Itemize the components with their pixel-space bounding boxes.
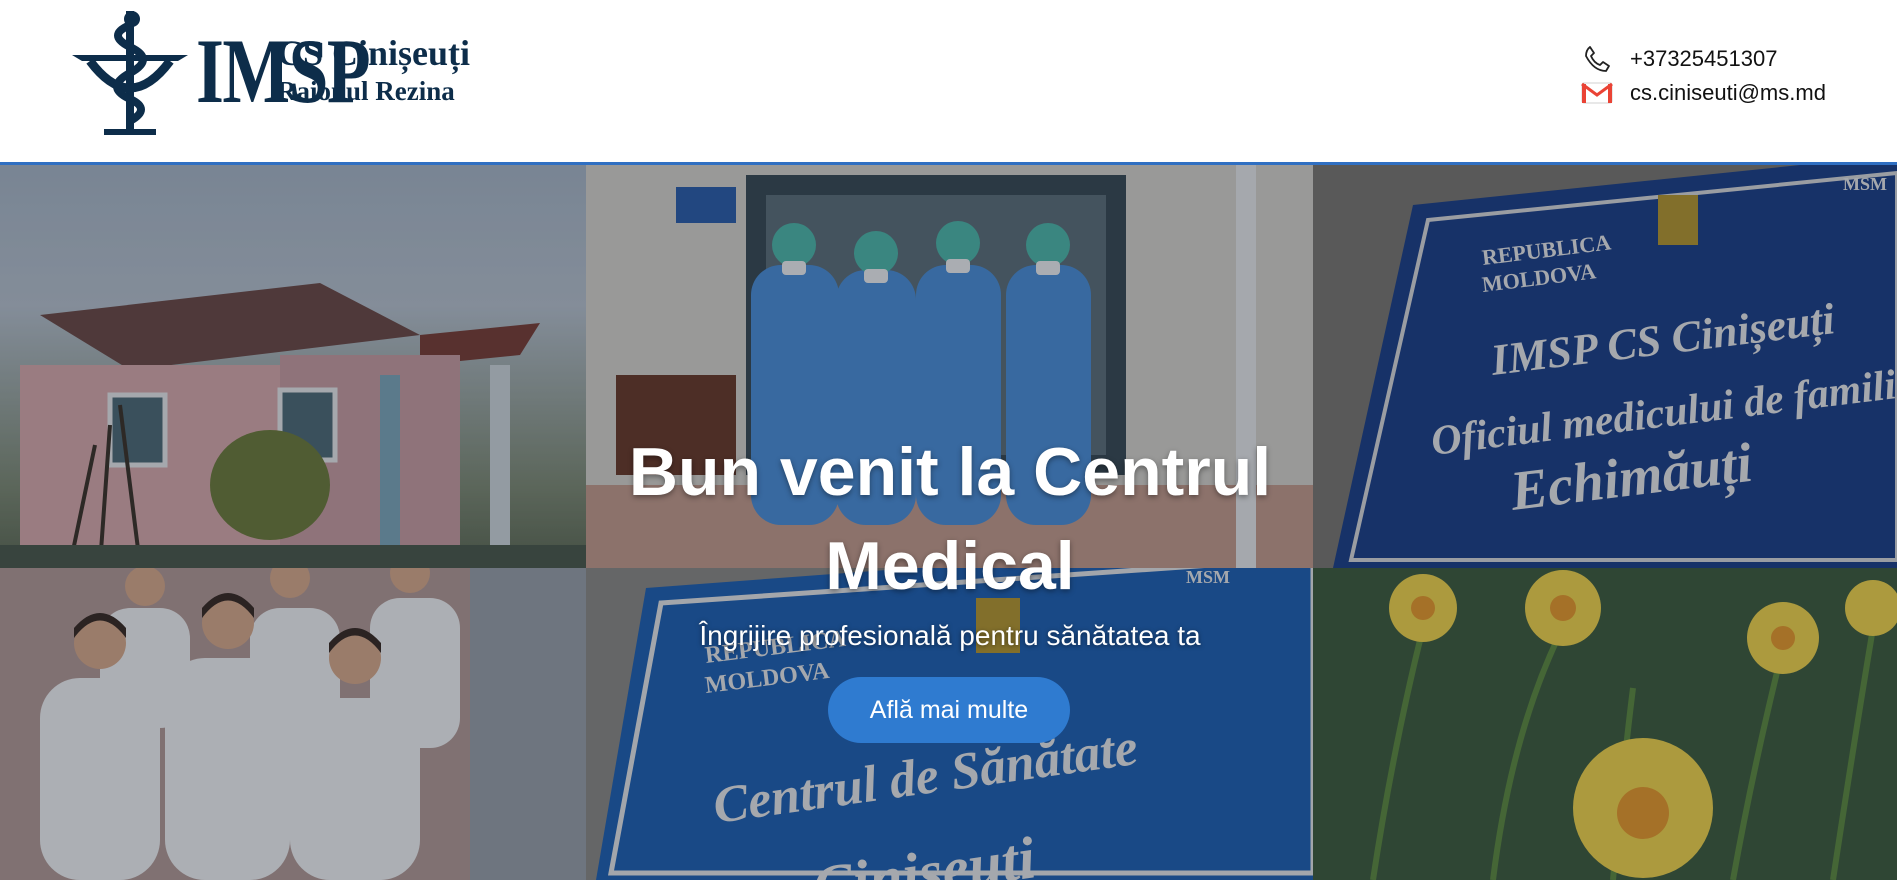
email-address[interactable]: cs.ciniseuti@ms.md (1630, 80, 1826, 106)
hero-banner: REPUBLICA MOLDOVA IMSP CS Cinișeuți Ofic… (0, 165, 1897, 880)
phone-icon (1580, 44, 1614, 74)
phone-contact[interactable]: +37325451307 (1580, 42, 1826, 76)
hero-subtitle: Îngrijire profesională pentru sănătatea … (699, 620, 1201, 651)
bowl-of-hygieia-icon (72, 11, 188, 135)
hero-content: Bun venit la Centrul Medical Îngrijire p… (0, 165, 1897, 880)
phone-number[interactable]: +37325451307 (1630, 46, 1777, 72)
gmail-icon (1580, 78, 1614, 108)
email-contact[interactable]: cs.ciniseuti@ms.md (1580, 76, 1826, 110)
logo-text: CS Cinișeuți Raionul Rezina (277, 32, 470, 108)
contact-info: +37325451307 cs.ciniseuti@ms.md (1580, 42, 1826, 110)
logo-name: CS Cinișeuți (277, 33, 471, 73)
logo-region: Raionul Rezina (277, 76, 455, 106)
hero-title: Bun venit la Centrul Medical (628, 434, 1272, 604)
site-header: IMSP CS Cinișeuți Raionul Rezina +373254… (0, 0, 1897, 165)
learn-more-button[interactable]: Află mai multe (828, 677, 1070, 743)
